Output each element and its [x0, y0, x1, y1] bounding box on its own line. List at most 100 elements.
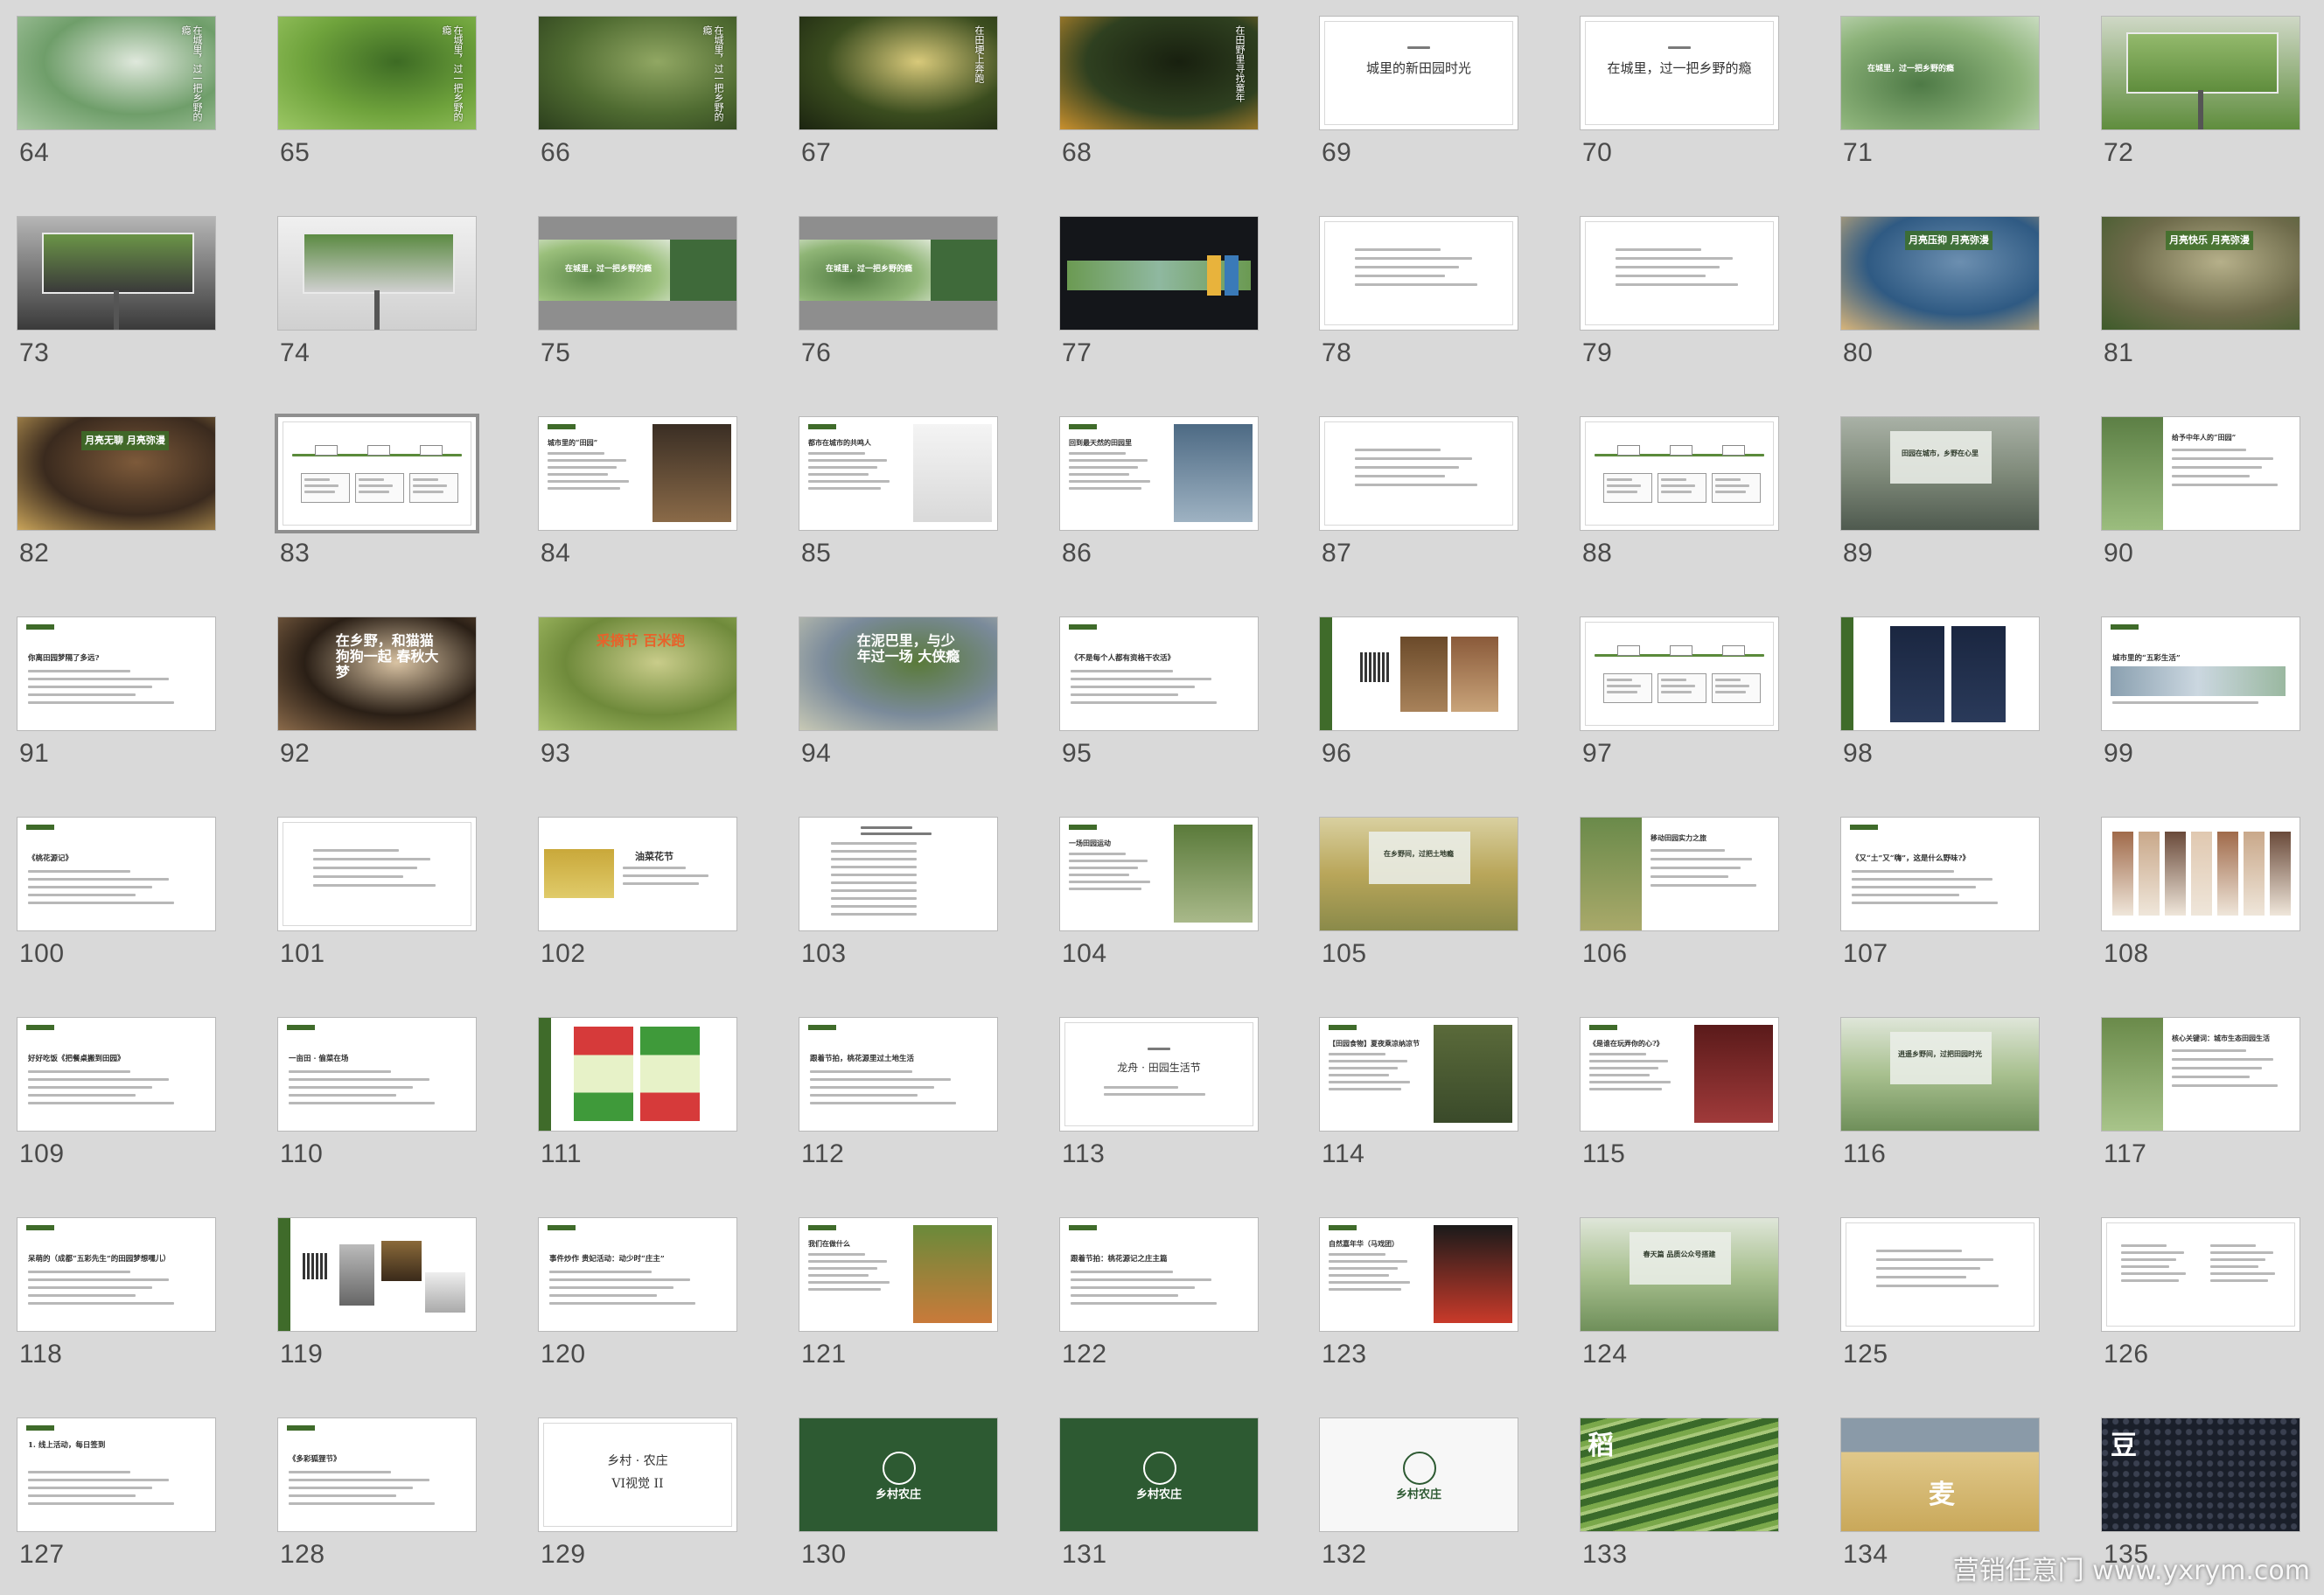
slide-thumbnail[interactable] — [1581, 617, 1778, 730]
slide-thumbnail[interactable] — [2102, 818, 2300, 930]
slide-thumbnail[interactable]: 月亮无聊 月亮弥漫 — [17, 417, 215, 530]
slide-number: 133 — [1582, 1540, 1628, 1569]
slide-thumbnail[interactable]: 事件炒作 贵妃活动：动少时“庄主” — [539, 1218, 736, 1331]
slide-thumbnail[interactable]: 月亮压抑 月亮弥漫 — [1841, 217, 2039, 330]
slide-thumbnail[interactable]: 一亩田 · 偷菜在场 — [278, 1018, 476, 1131]
slide-headline: 在城里，过一把乡野的瘾 — [826, 265, 913, 274]
slide-thumbnail[interactable] — [1581, 217, 1778, 330]
slide-thumbnail[interactable] — [278, 818, 476, 930]
slide-cell: 一亩田 · 偷菜在场 110 — [245, 994, 506, 1195]
slide-title: 《又“土”又“嗨”，这是什么野味?》 — [1852, 854, 1971, 863]
slide-logo-text: 乡村农庄 — [1135, 1488, 1182, 1501]
slide-thumbnail[interactable]: 自然嘉年华（马戏团） — [1320, 1218, 1518, 1331]
slide-thumbnail[interactable]: 稻 — [1581, 1418, 1778, 1531]
slide-title: 自然嘉年华（马戏团） — [1329, 1239, 1399, 1248]
slide-thumbnail[interactable]: 给予中年人的“田园” — [2102, 417, 2300, 530]
slide-thumbnail[interactable] — [278, 417, 476, 530]
slide-title: 【田园食物】夏夜乘凉纳凉节 — [1329, 1039, 1420, 1048]
slide-thumbnail[interactable] — [278, 217, 476, 330]
slide-headline: 在乡野间，过把土地瘾 — [1384, 850, 1454, 858]
slide-number: 75 — [541, 338, 571, 367]
slide-thumbnail[interactable]: 《不是每个人都有资格干农活》 — [1060, 617, 1258, 730]
slide-title: 城市里的“五彩生活” — [2112, 654, 2181, 663]
slide-thumbnail[interactable]: 你离田园梦隔了多远? — [17, 617, 215, 730]
slide-thumbnail[interactable] — [278, 1218, 476, 1331]
slide-thumbnail[interactable]: 《多彩狐狸节》 — [278, 1418, 476, 1531]
slide-title: 《是谁在玩弄你的心?》 — [1589, 1039, 1664, 1048]
slide-thumbnail[interactable]: 城里的新田园时光 — [1320, 17, 1518, 129]
slide-thumbnail[interactable]: 跟着节拍，桃花源里过土地生活 — [799, 1018, 997, 1131]
slide-cell: 在城里，过一把乡野的瘾 75 — [506, 193, 766, 394]
slide-thumbnail[interactable]: 【田园食物】夏夜乘凉纳凉节 — [1320, 1018, 1518, 1131]
slide-title: 移动田园实力之旅 — [1651, 833, 1706, 842]
slide-thumbnail[interactable]: 城市里的“田园” — [539, 417, 736, 530]
slide-thumbnail[interactable] — [1320, 417, 1518, 530]
slide-cell: 101 — [245, 794, 506, 994]
slide-thumbnail[interactable] — [1841, 617, 2039, 730]
slide-thumbnail[interactable]: 在泥巴里，与少年过一场 大侠瘾 — [799, 617, 997, 730]
slide-thumbnail[interactable] — [1320, 217, 1518, 330]
slide-thumbnail[interactable]: 在城里，过一把乡野的瘾 — [539, 217, 736, 330]
slide-thumbnail[interactable]: 春天篇 品质公众号搭建 — [1581, 1218, 1778, 1331]
slide-cell: 96 — [1287, 594, 1547, 794]
slide-thumbnail[interactable]: 呆萌的（成都“五彩先生”的田园梦想嘿儿） — [17, 1218, 215, 1331]
slide-thumbnail[interactable]: 1. 线上活动，每日签到 — [17, 1418, 215, 1531]
slide-thumbnail[interactable]: 乡村农庄 — [799, 1418, 997, 1531]
slide-thumbnail[interactable]: 《又“土”又“嗨”，这是什么野味?》 — [1841, 818, 2039, 930]
slide-thumbnail[interactable]: 核心关键词：城市生态田园生活 — [2102, 1018, 2300, 1131]
slide-thumbnail[interactable] — [1581, 417, 1778, 530]
slide-thumbnail[interactable] — [2102, 17, 2300, 129]
slide-thumbnail[interactable]: 逍遥乡野间，过把田园时光 — [1841, 1018, 2039, 1131]
slide-thumbnail[interactable]: 在城里，过一把乡野的瘾 — [1841, 17, 2039, 129]
slide-thumbnail[interactable] — [1320, 617, 1518, 730]
slide-thumbnail[interactable]: 在城里，过一把乡野的瘾 — [17, 17, 215, 129]
slide-thumbnail[interactable]: 乡村农庄 — [1320, 1418, 1518, 1531]
slide-number: 106 — [1582, 939, 1628, 968]
slide-thumbnail[interactable]: 都市在城市的共鸣人 — [799, 417, 997, 530]
slide-thumbnail[interactable]: 在城里，过一把乡野的瘾 — [799, 217, 997, 330]
slide-thumbnail[interactable]: 乡村农庄 — [1060, 1418, 1258, 1531]
slide-thumbnail[interactable]: 油菜花节 — [539, 818, 736, 930]
slide-thumbnail[interactable]: 乡村 · 农庄 VI视觉 II — [539, 1418, 736, 1531]
slide-title: 跟着节拍：桃花源记之庄主篇 — [1071, 1255, 1168, 1264]
slide-cell: 你离田园梦隔了多远? 91 — [0, 594, 245, 794]
slide-thumbnail[interactable]: 《是谁在玩弄你的心?》 — [1581, 1018, 1778, 1131]
slide-thumbnail[interactable]: 回到最天然的田园里 — [1060, 417, 1258, 530]
slide-number: 70 — [1582, 138, 1613, 167]
slide-number: 93 — [541, 739, 571, 768]
slide-thumbnail[interactable]: 在田埂上奔跑 — [799, 17, 997, 129]
slide-thumbnail[interactable]: 一场田园运动 — [1060, 818, 1258, 930]
slide-thumbnail[interactable] — [539, 1018, 736, 1131]
slide-thumbnail[interactable]: 我们在做什么 — [799, 1218, 997, 1331]
slide-thumbnail[interactable]: 《桃花源记》 — [17, 818, 215, 930]
slide-thumbnail[interactable] — [1060, 217, 1258, 330]
slide-cell: 87 — [1287, 394, 1547, 594]
slide-thumbnail[interactable] — [799, 818, 997, 930]
slide-thumbnail[interactable]: 豆 — [2102, 1418, 2300, 1531]
slide-number: 90 — [2104, 539, 2134, 568]
slide-thumbnail[interactable]: 在乡野，和猫猫狗狗一起 春秋大梦 — [278, 617, 476, 730]
slide-cell: 采摘节 百米跑 93 — [506, 594, 766, 794]
slide-thumbnail[interactable]: 在城里，过一把乡野的瘾 — [539, 17, 736, 129]
slide-thumbnail[interactable]: 在城里，过一把乡野的瘾 — [1581, 17, 1778, 129]
slide-thumbnail[interactable]: 龙舟 · 田园生活节 — [1060, 1018, 1258, 1131]
slide-headline: 在城里，过一把乡野的瘾 — [565, 265, 653, 274]
slide-thumbnail[interactable]: 在城里，过一把乡野的瘾 — [278, 17, 476, 129]
slide-thumbnail[interactable]: 麦 — [1841, 1418, 2039, 1531]
slide-thumbnail[interactable]: 田园在城市，乡野在心里 — [1841, 417, 2039, 530]
slide-thumbnail[interactable]: 在乡野间，过把土地瘾 — [1320, 818, 1518, 930]
slide-cell: 1. 线上活动，每日签到 127 — [0, 1395, 245, 1595]
slide-thumbnail[interactable]: 采摘节 百米跑 — [539, 617, 736, 730]
slide-logo-text: 乡村农庄 — [875, 1488, 921, 1501]
slide-thumbnail[interactable]: 好好吃饭《把餐桌搬到田园》 — [17, 1018, 215, 1131]
slide-thumbnail[interactable] — [2102, 1218, 2300, 1331]
slide-thumbnail[interactable] — [17, 217, 215, 330]
slide-thumbnail[interactable]: 移动田园实力之旅 — [1581, 818, 1778, 930]
slide-thumbnail[interactable]: 月亮快乐 月亮弥漫 — [2102, 217, 2300, 330]
slide-title: 1. 线上活动，每日签到 — [28, 1441, 106, 1450]
slide-thumbnail[interactable]: 城市里的“五彩生活” — [2102, 617, 2300, 730]
slide-thumbnail[interactable] — [1841, 1218, 2039, 1331]
slide-thumbnail[interactable]: 在田野里寻找童年 — [1060, 17, 1258, 129]
slide-cell: 《桃花源记》 100 — [0, 794, 245, 994]
slide-thumbnail[interactable]: 跟着节拍：桃花源记之庄主篇 — [1060, 1218, 1258, 1331]
